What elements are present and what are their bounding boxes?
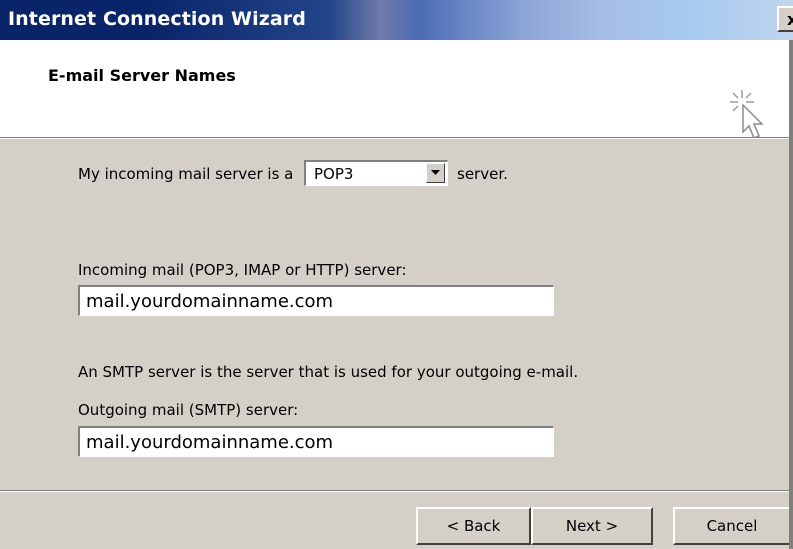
incoming-server-label: Incoming mail (POP3, IMAP or HTTP) serve… [78,261,407,279]
smtp-description: An SMTP server is the server that is use… [78,363,579,381]
wizard-header: E-mail Server Names [0,40,793,139]
header-divider-highlight [0,138,793,139]
window-border [789,40,793,549]
page-title: E-mail Server Names [48,66,236,85]
close-button[interactable]: x [777,6,793,32]
outgoing-server-label: Outgoing mail (SMTP) server: [78,401,299,419]
next-button[interactable]: Next > [531,507,653,545]
incoming-server-value: mail.yourdomainname.com [86,291,334,312]
incoming-type-label: My incoming mail server is a [78,165,294,183]
outgoing-server-value: mail.yourdomainname.com [86,432,334,453]
server-type-value: POP3 [314,165,354,183]
server-suffix-label: server. [457,165,508,183]
footer-divider-highlight [0,491,793,492]
back-button[interactable]: < Back [416,507,531,545]
outgoing-server-input[interactable]: mail.yourdomainname.com [78,426,554,457]
title-bar: Internet Connection Wizard x [0,0,793,40]
cancel-button[interactable]: Cancel [673,507,791,545]
window-title: Internet Connection Wizard [8,8,306,30]
incoming-server-input[interactable]: mail.yourdomainname.com [78,285,554,316]
dropdown-arrow-button[interactable] [426,163,445,183]
wizard-cursor-icon [730,90,764,139]
server-type-select[interactable]: POP3 [304,160,448,186]
chevron-down-icon [431,170,440,175]
